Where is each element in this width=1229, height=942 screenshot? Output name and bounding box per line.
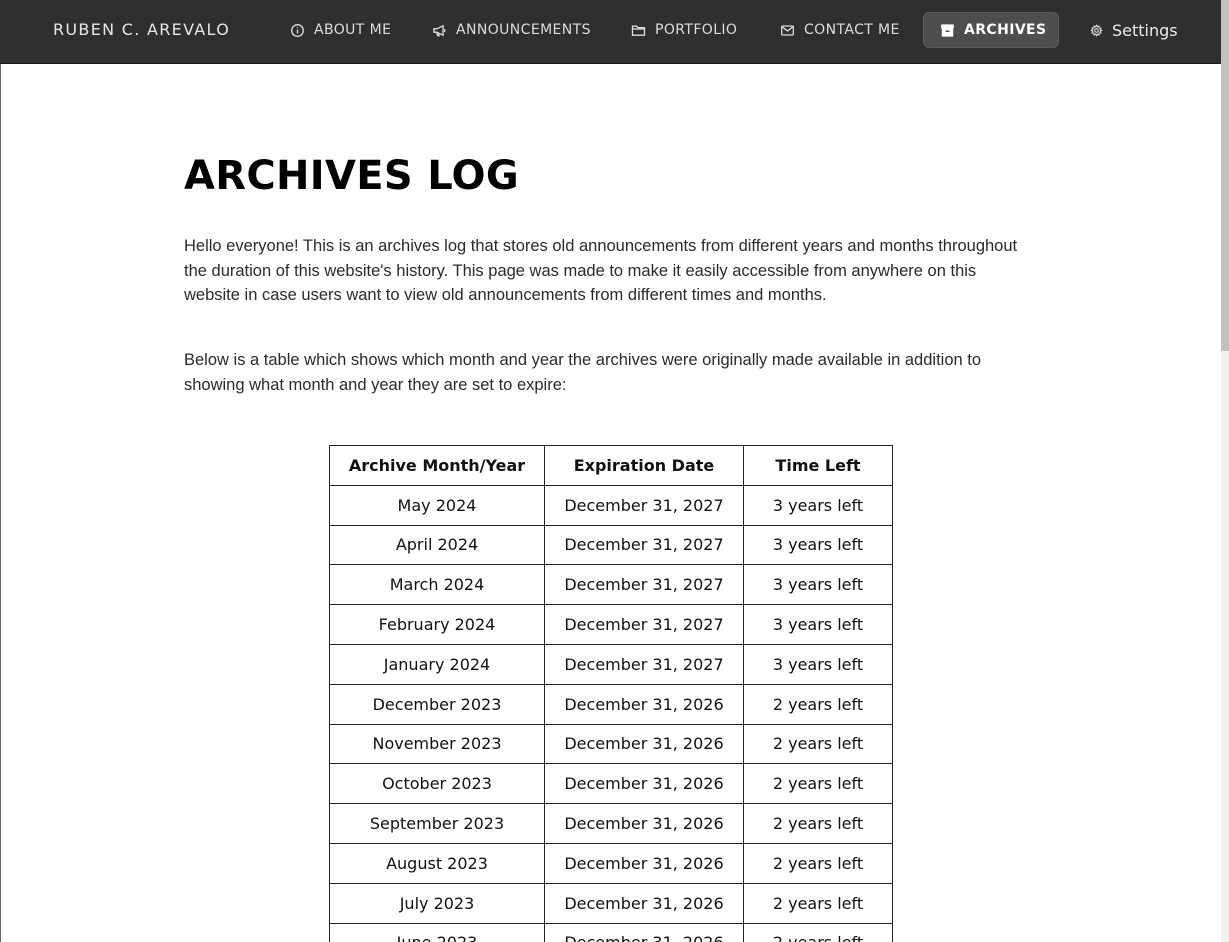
megaphone-icon bbox=[431, 22, 447, 38]
archive-month-cell: May 2024 bbox=[329, 484, 545, 526]
table-row: July 2023 December 31, 2026 2 years left bbox=[329, 882, 893, 924]
expiration-date-cell: December 31, 2026 bbox=[544, 763, 744, 805]
nav-announcements[interactable]: ANNOUNCEMENTS bbox=[431, 12, 591, 48]
nav-about-me[interactable]: ABOUT ME bbox=[289, 12, 391, 48]
nav-announcements-label: ANNOUNCEMENTS bbox=[456, 22, 591, 38]
archive-month-cell: March 2024 bbox=[329, 564, 545, 606]
nav-portfolio[interactable]: PORTFOLIO bbox=[630, 12, 737, 48]
top-navbar: RUBEN C. AREVALO ABOUT ME ANNOUNCEMENTS … bbox=[0, 0, 1221, 64]
time-left-cell: 3 years left bbox=[743, 524, 893, 566]
expiration-date-cell: December 31, 2027 bbox=[544, 564, 744, 606]
nav-archives-label: ARCHIVES bbox=[964, 22, 1047, 38]
archive-month-cell: July 2023 bbox=[329, 882, 545, 924]
expiration-date-cell: December 31, 2026 bbox=[544, 882, 744, 924]
table-row: April 2024 December 31, 2027 3 years lef… bbox=[329, 524, 893, 566]
scrollbar-thumb[interactable] bbox=[1221, 0, 1229, 351]
archives-table: Archive Month/Year Expiration Date Time … bbox=[329, 445, 893, 942]
archive-box-icon bbox=[940, 22, 955, 38]
nav-settings[interactable]: Settings bbox=[1088, 12, 1178, 48]
time-left-cell: 2 years left bbox=[743, 723, 893, 765]
table-intro-paragraph: Below is a table which shows which month… bbox=[184, 351, 982, 394]
envelope-icon bbox=[779, 22, 795, 38]
table-body: May 2024 December 31, 2027 3 years left … bbox=[329, 484, 893, 942]
table-row: March 2024 December 31, 2027 3 years lef… bbox=[329, 564, 893, 606]
table-row: November 2023 December 31, 2026 2 years … bbox=[329, 723, 893, 765]
nav-archives[interactable]: ARCHIVES bbox=[923, 12, 1059, 48]
page-title: ARCHIVES LOG bbox=[184, 153, 519, 199]
column-header-time-left: Time Left bbox=[743, 445, 893, 486]
time-left-cell: 3 years left bbox=[743, 484, 893, 526]
nav-portfolio-label: PORTFOLIO bbox=[655, 22, 738, 38]
archive-month-cell: June 2023 bbox=[329, 922, 545, 942]
time-left-cell: 2 years left bbox=[743, 683, 893, 725]
nav-about-me-label: ABOUT ME bbox=[314, 22, 392, 38]
gear-icon bbox=[1088, 22, 1104, 38]
time-left-cell: 2 years left bbox=[743, 882, 893, 924]
column-header-expiration-date: Expiration Date bbox=[544, 445, 744, 486]
table-header-row: Archive Month/Year Expiration Date Time … bbox=[329, 445, 893, 486]
table-row: February 2024 December 31, 2027 3 years … bbox=[329, 604, 893, 645]
time-left-cell: 2 years left bbox=[743, 922, 893, 942]
table-row: December 2023 December 31, 2026 2 years … bbox=[329, 683, 893, 725]
expiration-date-cell: December 31, 2027 bbox=[544, 524, 744, 566]
table-row: September 2023 December 31, 2026 2 years… bbox=[329, 803, 893, 844]
expiration-date-cell: December 31, 2027 bbox=[544, 604, 744, 645]
site-brand[interactable]: RUBEN C. AREVALO bbox=[53, 20, 230, 39]
expiration-date-cell: December 31, 2027 bbox=[544, 643, 744, 685]
info-circle-icon bbox=[289, 22, 305, 38]
expiration-date-cell: December 31, 2026 bbox=[544, 922, 744, 942]
table-row: May 2024 December 31, 2027 3 years left bbox=[329, 484, 893, 526]
page: RUBEN C. AREVALO ABOUT ME ANNOUNCEMENTS … bbox=[0, 0, 1229, 942]
nav-contact-me[interactable]: CONTACT ME bbox=[779, 12, 900, 48]
archive-month-cell: December 2023 bbox=[329, 683, 545, 725]
intro-paragraph: Hello everyone! This is an archives log … bbox=[184, 237, 1018, 305]
time-left-cell: 2 years left bbox=[743, 763, 893, 805]
time-left-cell: 3 years left bbox=[743, 564, 893, 606]
folder-icon bbox=[630, 22, 646, 38]
page-left-border bbox=[0, 64, 1, 942]
expiration-date-cell: December 31, 2026 bbox=[544, 842, 744, 884]
expiration-date-cell: December 31, 2026 bbox=[544, 803, 744, 844]
archive-month-cell: April 2024 bbox=[329, 524, 545, 566]
time-left-cell: 3 years left bbox=[743, 604, 893, 645]
time-left-cell: 2 years left bbox=[743, 842, 893, 884]
expiration-date-cell: December 31, 2027 bbox=[544, 484, 744, 526]
table-row: August 2023 December 31, 2026 2 years le… bbox=[329, 842, 893, 884]
column-header-archive-month-year: Archive Month/Year bbox=[329, 445, 545, 486]
archive-month-cell: August 2023 bbox=[329, 842, 545, 884]
expiration-date-cell: December 31, 2026 bbox=[544, 723, 744, 765]
nav-contact-me-label: CONTACT ME bbox=[804, 22, 900, 38]
table-row: October 2023 December 31, 2026 2 years l… bbox=[329, 763, 893, 805]
time-left-cell: 2 years left bbox=[743, 803, 893, 844]
archive-month-cell: January 2024 bbox=[329, 643, 545, 685]
table-row: June 2023 December 31, 2026 2 years left bbox=[329, 922, 893, 942]
nav-settings-label: Settings bbox=[1112, 20, 1178, 40]
expiration-date-cell: December 31, 2026 bbox=[544, 683, 744, 725]
archive-month-cell: November 2023 bbox=[329, 723, 545, 765]
table-row: January 2024 December 31, 2027 3 years l… bbox=[329, 643, 893, 685]
vertical-scrollbar[interactable] bbox=[1221, 0, 1229, 942]
archive-month-cell: October 2023 bbox=[329, 763, 545, 805]
archive-month-cell: September 2023 bbox=[329, 803, 545, 844]
time-left-cell: 3 years left bbox=[743, 643, 893, 685]
archive-month-cell: February 2024 bbox=[329, 604, 545, 645]
